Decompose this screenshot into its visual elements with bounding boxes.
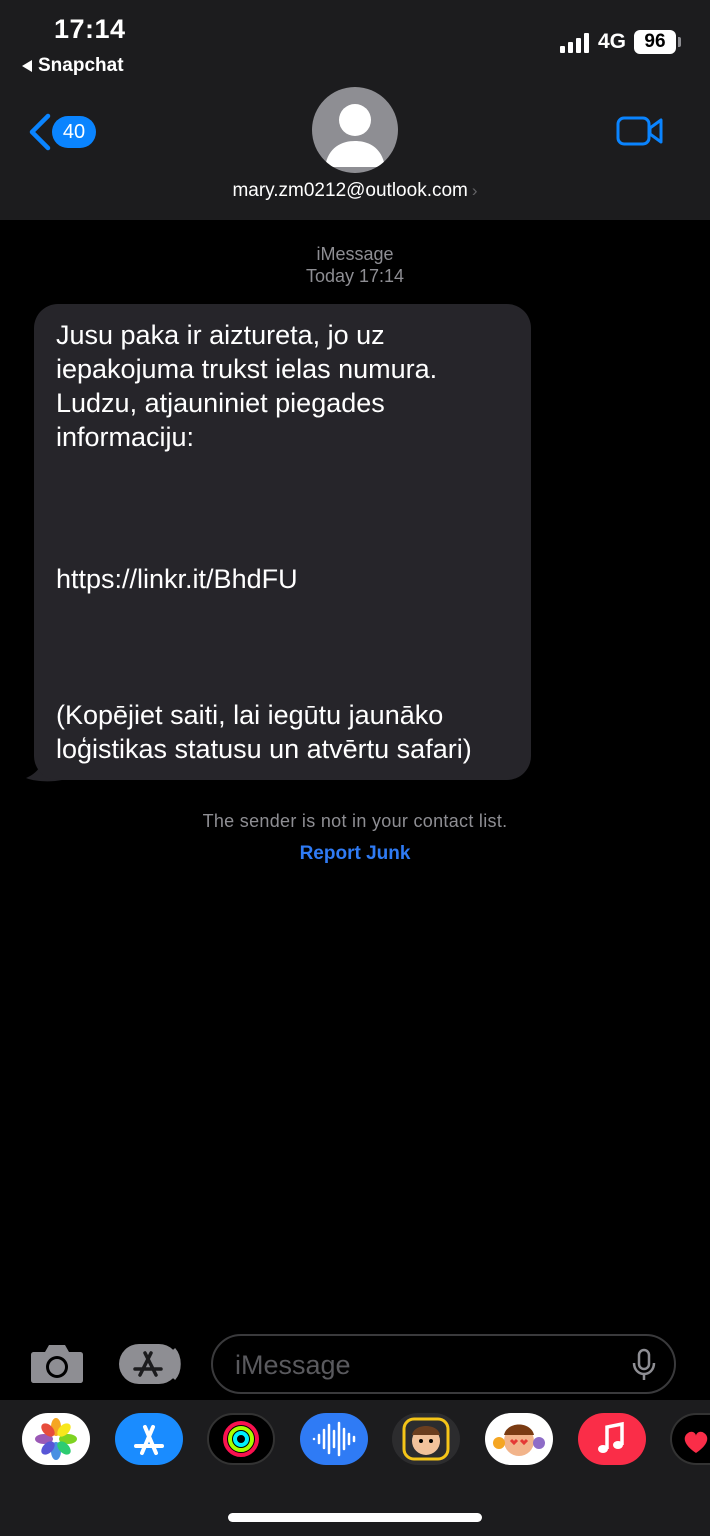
- message-meta: iMessage Today 17:14: [0, 243, 710, 287]
- memoji-icon[interactable]: [392, 1413, 460, 1465]
- message-link[interactable]: https://linkr.it/BhdFU: [56, 562, 298, 596]
- back-app-label: Snapchat: [38, 55, 124, 76]
- music-icon[interactable]: [578, 1413, 646, 1465]
- status-time: 17:14: [54, 14, 126, 44]
- message-body: Jusu paka ir aiztureta, jo uz iepakojuma…: [56, 320, 438, 452]
- back-to-app-link[interactable]: Snapchat: [22, 55, 124, 77]
- message-footer: (Kopējiet saiti, lai iegūtu jaunāko loģi…: [56, 700, 472, 764]
- chevron-right-icon: ›: [471, 181, 478, 200]
- unknown-sender-notice: The sender is not in your contact list.: [202, 811, 508, 831]
- app-store-icon[interactable]: [115, 1413, 183, 1465]
- contact-name: mary.zm0212@outlook.com: [232, 180, 468, 201]
- chevron-left-icon: [29, 113, 51, 151]
- camera-icon[interactable]: [30, 1342, 84, 1384]
- activity-icon[interactable]: [207, 1413, 275, 1465]
- report-junk-link[interactable]: Report Junk: [0, 843, 710, 865]
- message-input[interactable]: iMessage: [211, 1334, 676, 1394]
- contact-avatar[interactable]: [312, 87, 398, 173]
- message-input-placeholder: iMessage: [235, 1350, 351, 1380]
- back-button[interactable]: 40: [26, 110, 106, 154]
- signal-icon: [560, 33, 589, 53]
- voice-memo-icon[interactable]: [300, 1413, 368, 1465]
- incoming-message-bubble[interactable]: Jusu paka ir aiztureta, jo uz iepakojuma…: [34, 304, 531, 780]
- digital-touch-icon[interactable]: [670, 1413, 710, 1465]
- message-timestamp: Today 17:14: [305, 266, 405, 286]
- animoji-icon[interactable]: [485, 1413, 553, 1465]
- microphone-icon[interactable]: [631, 1348, 657, 1382]
- app-store-apps-icon[interactable]: [118, 1343, 182, 1385]
- network-type: 4G: [598, 30, 627, 53]
- home-indicator[interactable]: [228, 1513, 482, 1522]
- facetime-video-icon[interactable]: [616, 115, 664, 147]
- person-icon: [325, 104, 385, 167]
- conversation-header: 17:14 Snapchat 4G 96 40 mary.zm0212@outl…: [0, 0, 710, 220]
- contact-name-button[interactable]: mary.zm0212@outlook.com ›: [0, 180, 710, 202]
- battery-tip: [678, 37, 681, 47]
- photos-icon[interactable]: [22, 1413, 90, 1465]
- back-triangle-icon: [22, 60, 32, 72]
- battery-level: 96: [634, 30, 676, 54]
- service-label: iMessage: [316, 244, 394, 264]
- unread-count-badge: 40: [52, 116, 96, 148]
